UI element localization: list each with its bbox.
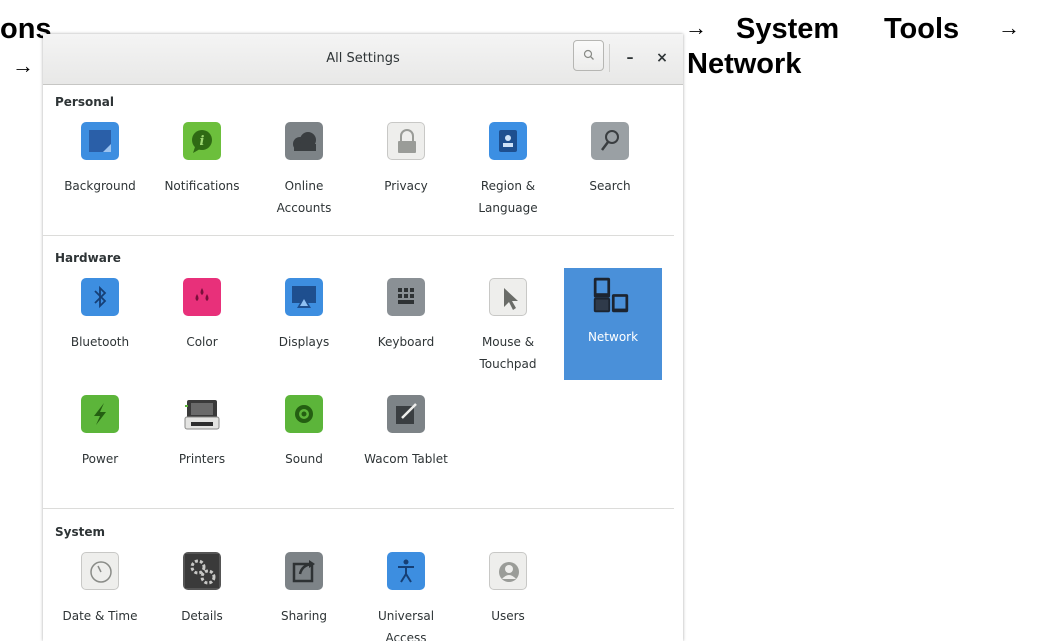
- network-icon: [592, 276, 634, 318]
- settings-item-label: Mouse & Touchpad: [479, 335, 537, 371]
- settings-item-notifications[interactable]: i Notifications: [153, 105, 251, 215]
- settings-item-mouse-touchpad[interactable]: Mouse & Touchpad: [459, 261, 557, 371]
- settings-item-background[interactable]: Background: [51, 105, 149, 215]
- notifications-icon: i: [183, 122, 221, 160]
- keyboard-icon: [387, 278, 425, 316]
- clock-icon: [81, 552, 119, 590]
- settings-item-label: Users: [491, 609, 525, 623]
- settings-item-date-time[interactable]: Date & Time: [51, 535, 149, 641]
- settings-item-label: Details: [181, 609, 223, 623]
- settings-item-printers[interactable]: Printers: [153, 378, 251, 488]
- doc-arrow-left: →: [12, 53, 34, 78]
- doc-arrow-right-1: →: [685, 15, 707, 40]
- minimize-button[interactable]: –: [620, 46, 640, 70]
- settings-item-displays[interactable]: Displays: [255, 261, 353, 371]
- settings-item-keyboard[interactable]: Keyboard: [357, 261, 455, 371]
- color-icon: [183, 278, 221, 316]
- settings-item-label: Keyboard: [377, 335, 435, 349]
- section-divider: [43, 235, 674, 236]
- doc-text-network: Network: [687, 48, 802, 80]
- printer-icon: [183, 395, 221, 433]
- search-icon: [591, 122, 629, 160]
- search-icon: [583, 46, 595, 65]
- bluetooth-icon: [81, 278, 119, 316]
- settings-item-universal-access[interactable]: Universal Access: [357, 535, 455, 641]
- settings-item-label: Color: [186, 335, 218, 349]
- settings-item-label: Search: [589, 179, 631, 193]
- doc-text-tools: Tools: [884, 13, 960, 45]
- settings-item-power[interactable]: Power: [51, 378, 149, 488]
- tablet-icon: [387, 395, 425, 433]
- settings-window: All Settings – × Personal Background i N…: [43, 34, 683, 641]
- settings-item-label: Background: [64, 179, 136, 193]
- window-title: All Settings: [326, 51, 400, 66]
- close-button[interactable]: ×: [652, 46, 672, 70]
- settings-item-online-accounts[interactable]: Online Accounts: [255, 105, 353, 215]
- settings-item-privacy[interactable]: Privacy: [357, 105, 455, 215]
- search-button[interactable]: [573, 40, 604, 71]
- accessibility-icon: [387, 552, 425, 590]
- gears-icon: [183, 552, 221, 590]
- sound-icon: [285, 395, 323, 433]
- mouse-pointer-icon: [489, 278, 527, 316]
- settings-item-label: Region & Language: [478, 179, 538, 215]
- settings-item-bluetooth[interactable]: Bluetooth: [51, 261, 149, 371]
- settings-item-network[interactable]: Network: [564, 268, 662, 380]
- svg-text:i: i: [200, 134, 205, 149]
- settings-item-label: Network: [587, 330, 639, 344]
- settings-item-wacom-tablet[interactable]: Wacom Tablet: [357, 378, 455, 488]
- settings-item-label: Power: [81, 452, 119, 466]
- online-accounts-icon: [285, 122, 323, 160]
- sharing-icon: [285, 552, 323, 590]
- background-icon: [81, 122, 119, 160]
- displays-icon: [285, 278, 323, 316]
- settings-item-label: Displays: [278, 335, 330, 349]
- settings-content: Personal Background i Notifications Onli…: [43, 85, 683, 641]
- region-icon: [489, 122, 527, 160]
- settings-item-label: Sharing: [280, 609, 328, 623]
- section-divider: [43, 508, 674, 509]
- header-separator: [609, 44, 610, 72]
- doc-text-system: System: [736, 13, 840, 45]
- settings-item-label: Universal Access: [377, 609, 435, 641]
- settings-item-details[interactable]: Details: [153, 535, 251, 641]
- settings-item-label: Online Accounts: [276, 179, 332, 215]
- settings-item-users[interactable]: Users: [459, 535, 557, 641]
- lock-icon: [387, 122, 425, 160]
- settings-item-sound[interactable]: Sound: [255, 378, 353, 488]
- settings-item-label: Wacom Tablet: [364, 452, 448, 466]
- doc-arrow-right-2: →: [998, 15, 1020, 40]
- settings-item-label: Notifications: [164, 179, 240, 193]
- settings-item-sharing[interactable]: Sharing: [255, 535, 353, 641]
- settings-item-region-language[interactable]: Region & Language: [459, 105, 557, 215]
- power-icon: [81, 395, 119, 433]
- settings-item-label: Printers: [178, 452, 226, 466]
- settings-item-label: Privacy: [384, 179, 428, 193]
- settings-item-label: Date & Time: [62, 609, 138, 623]
- settings-item-label: Sound: [285, 452, 323, 466]
- settings-item-label: Bluetooth: [70, 335, 130, 349]
- settings-item-search[interactable]: Search: [561, 105, 659, 215]
- user-icon: [489, 552, 527, 590]
- header-bar: All Settings – ×: [43, 34, 683, 85]
- settings-item-color[interactable]: Color: [153, 261, 251, 371]
